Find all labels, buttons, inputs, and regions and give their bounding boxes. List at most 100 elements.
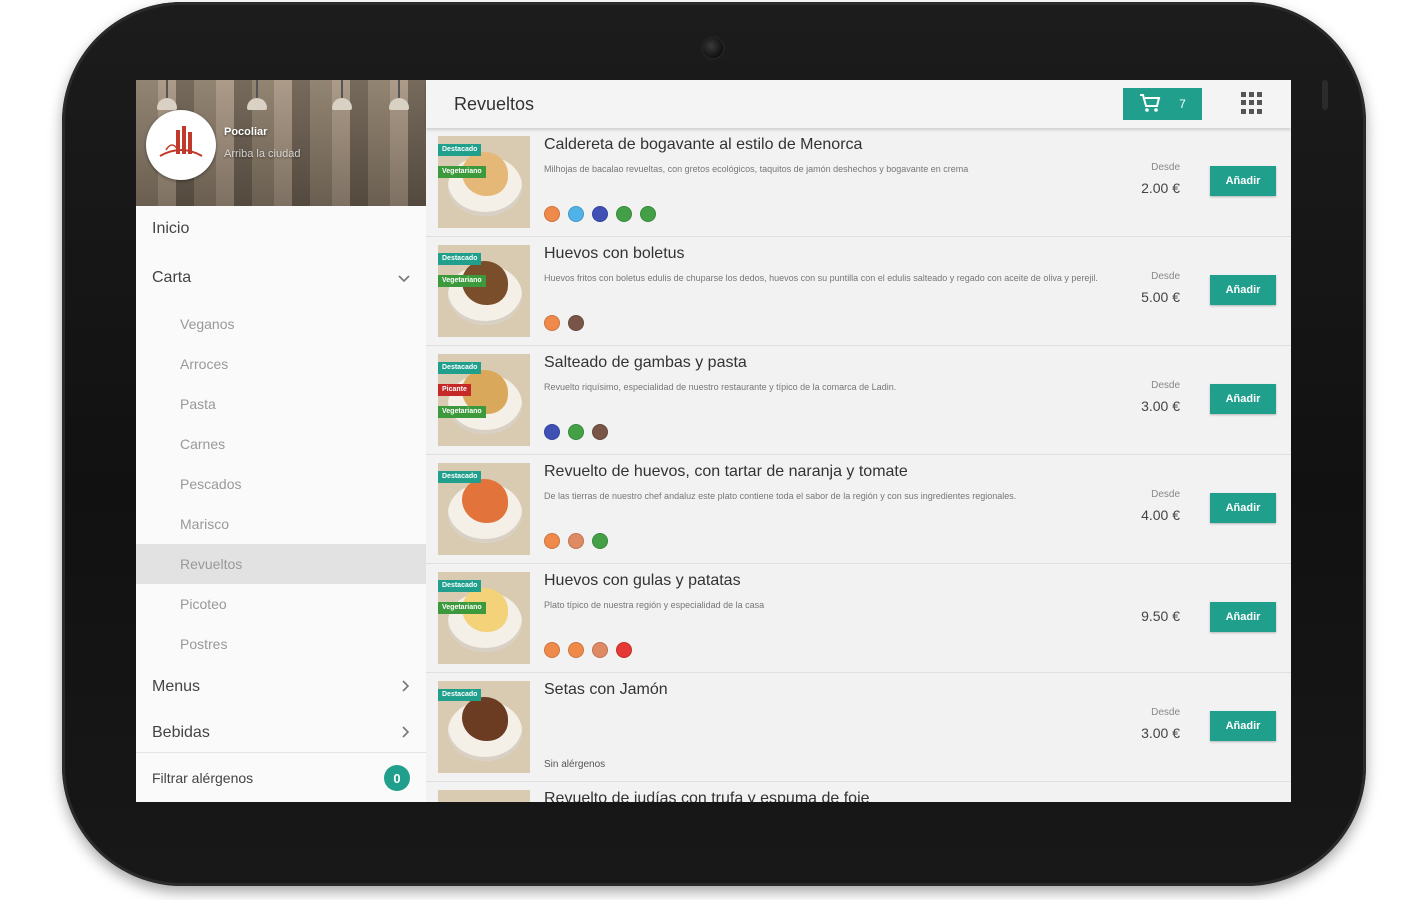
allergen-icon: [592, 642, 608, 658]
tag-badge: Destacado: [438, 362, 482, 374]
allergen-list: [544, 642, 632, 658]
allergen-filter-bar[interactable]: Filtrar alérgenos 0: [136, 752, 426, 802]
product-name: Caldereta de bogavante al estilo de Meno…: [544, 136, 863, 153]
nav-item-label: Carta: [152, 269, 192, 286]
price-from-label: Desde: [1151, 489, 1180, 500]
product-name: Revuelto de huevos, con tartar de naranj…: [544, 463, 908, 480]
nav-subitem-veganos[interactable]: Veganos: [136, 304, 426, 344]
chevron-right-icon: [402, 725, 410, 741]
nav-subitem-postres[interactable]: Postres: [136, 624, 426, 664]
add-to-cart-button[interactable]: Añadir: [1210, 166, 1276, 196]
allergen-icon: [544, 424, 560, 440]
product-row[interactable]: Destacado Setas con Jamón Sin alérgenos Des…: [426, 673, 1291, 782]
price-from-label: Desde: [1151, 271, 1180, 282]
add-to-cart-button[interactable]: Añadir: [1210, 602, 1276, 632]
food-graphic: [462, 697, 508, 741]
product-image[interactable]: Destacado: [438, 681, 530, 773]
product-image[interactable]: Destacado Vegetariano: [438, 572, 530, 664]
product-list: Destacado Vegetariano Caldereta de bogavan…: [426, 128, 1291, 802]
top-app-bar: Revueltos 7: [426, 80, 1291, 128]
product-price: 4.00 €: [1141, 507, 1180, 523]
nav-item-bebidas[interactable]: Bebidas: [136, 710, 426, 756]
product-row[interactable]: Destacado Picante Vegetariano Salteado de g…: [426, 346, 1291, 455]
tag-badge: Picante: [438, 384, 471, 396]
allergen-list: [544, 315, 584, 331]
nav-subitem-revueltos[interactable]: Revueltos: [136, 544, 426, 584]
nav-subitem-arroces[interactable]: Arroces: [136, 344, 426, 384]
allergen-icon: [592, 533, 608, 549]
allergen-filter-count[interactable]: 0: [384, 765, 410, 791]
allergen-icon: [568, 642, 584, 658]
product-image[interactable]: Destacado Vegetariano: [438, 136, 530, 228]
lamp-icon: [389, 80, 409, 110]
nav-item-label: Bebidas: [152, 724, 210, 741]
allergen-list: [544, 206, 656, 222]
chevron-right-icon: [402, 679, 410, 695]
nav-subitem-picoteo[interactable]: Picoteo: [136, 584, 426, 624]
nav-subitem-label: Picoteo: [180, 596, 227, 612]
food-graphic: [462, 479, 508, 523]
product-row[interactable]: Destacado Revuelto de huevos, con tartar …: [426, 455, 1291, 564]
product-price: 5.00 €: [1141, 289, 1180, 305]
allergen-icon: [616, 206, 632, 222]
lamp-icon: [247, 80, 267, 110]
grid-icon[interactable]: [1241, 92, 1263, 114]
product-price: 9.50 €: [1141, 608, 1180, 624]
allergen-icon: [592, 206, 608, 222]
restaurant-logo[interactable]: [146, 110, 216, 180]
app-screen: Pocoliar Arriba la ciudad Inicio Carta V…: [136, 80, 1291, 802]
drawer-nav: Inicio Carta Veganos Arroces Pasta Carne…: [136, 206, 426, 756]
product-image[interactable]: Destacado Vegetariano: [438, 245, 530, 337]
add-to-cart-button[interactable]: Añadir: [1210, 711, 1276, 741]
allergen-icon: [568, 315, 584, 331]
nav-subitem-pescados[interactable]: Pescados: [136, 464, 426, 504]
product-name: Huevos con boletus: [544, 245, 685, 262]
allergen-icon: [544, 315, 560, 331]
lamp-icon: [332, 80, 352, 110]
nav-subitem-label: Arroces: [180, 356, 229, 372]
allergen-list: [544, 533, 608, 549]
product-price: 3.00 €: [1141, 398, 1180, 414]
tag-badge: Destacado: [438, 253, 482, 265]
nav-subitem-label: Revueltos: [180, 556, 243, 572]
allergen-icon: [568, 533, 584, 549]
add-to-cart-button[interactable]: Añadir: [1210, 493, 1276, 523]
nav-item-inicio[interactable]: Inicio: [136, 206, 426, 252]
product-row[interactable]: Destacado Vegetariano Caldereta de bogavan…: [426, 128, 1291, 237]
nav-subitem-pasta[interactable]: Pasta: [136, 384, 426, 424]
product-description: Revuelto riquísimo, especialidad de nues…: [544, 382, 897, 392]
allergen-icon: [544, 533, 560, 549]
nav-item-menus[interactable]: Menus: [136, 664, 426, 710]
chevron-down-icon: [398, 270, 410, 286]
shopping-cart-icon: [1139, 93, 1161, 116]
allergen-filter-label: Filtrar alérgenos: [152, 770, 254, 786]
camera-icon: [703, 38, 723, 58]
add-to-cart-button[interactable]: Añadir: [1210, 384, 1276, 414]
product-row[interactable]: Destacado Vegetariano Huevos con boletus Hu…: [426, 237, 1291, 346]
allergen-icon: [640, 206, 656, 222]
product-image[interactable]: Destacado Picante Vegetariano: [438, 354, 530, 446]
restaurant-name: Pocoliar: [224, 126, 268, 138]
tag-badge: Vegetariano: [438, 275, 486, 287]
nav-subitem-label: Veganos: [180, 316, 235, 332]
product-description: Plato típico de nuestra región y especia…: [544, 600, 765, 610]
nav-subitem-carnes[interactable]: Carnes: [136, 424, 426, 464]
product-row[interactable]: Destacado Vegetariano Huevos con gulas y p…: [426, 564, 1291, 673]
product-name: Setas con Jamón: [544, 681, 668, 698]
page-title: Revueltos: [454, 94, 535, 114]
product-image[interactable]: [438, 790, 530, 802]
product-description: Huevos fritos con boletus edulis de chup…: [544, 273, 1098, 283]
tag-badge: Vegetariano: [438, 602, 486, 614]
nav-item-label: Inicio: [152, 220, 190, 237]
allergen-icon: [616, 642, 632, 658]
product-image[interactable]: Destacado: [438, 463, 530, 555]
product-row[interactable]: Revuelto de judías con trufa y espuma de…: [426, 782, 1291, 802]
add-to-cart-button[interactable]: Añadir: [1210, 275, 1276, 305]
allergen-icon: [568, 206, 584, 222]
cart-button[interactable]: 7: [1123, 88, 1202, 120]
nav-subitem-marisco[interactable]: Marisco: [136, 504, 426, 544]
price-from-label: Desde: [1151, 707, 1180, 718]
product-price: 2.00 €: [1141, 180, 1180, 196]
nav-subitem-label: Pescados: [180, 476, 242, 492]
nav-item-carta[interactable]: Carta: [136, 252, 426, 304]
